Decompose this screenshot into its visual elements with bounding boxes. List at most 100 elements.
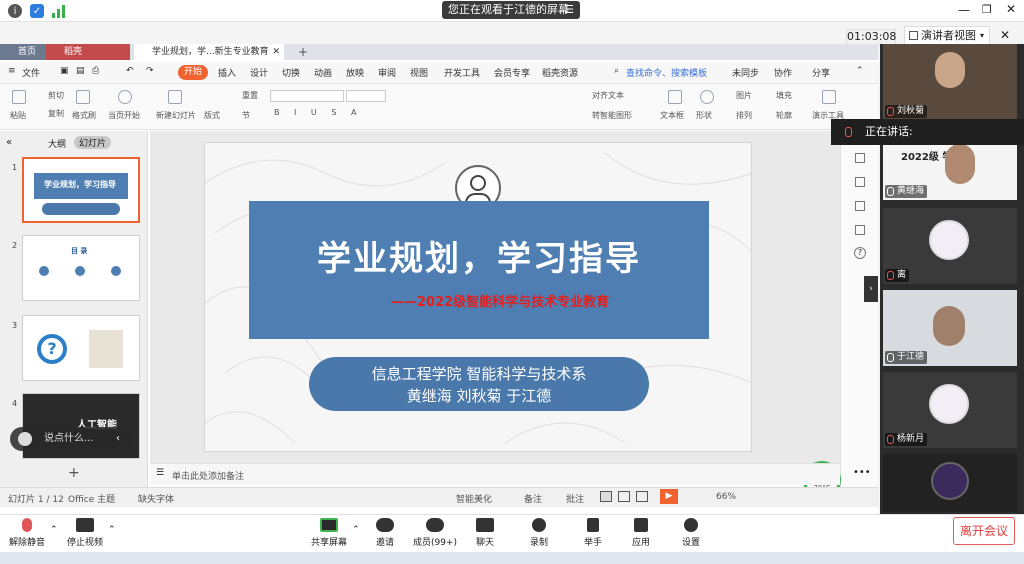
collapse-ribbon-icon[interactable]: ⌃	[856, 66, 864, 76]
text-box-icon[interactable]	[668, 90, 682, 104]
tab-outline[interactable]: 大纲	[48, 137, 66, 150]
raise-hand-button[interactable]: 举手	[568, 518, 618, 548]
share-button[interactable]: 分享	[812, 66, 830, 79]
save-icon[interactable]: ▣	[60, 66, 69, 76]
leave-meeting-button[interactable]: 离开会议	[953, 517, 1015, 545]
minimize-icon[interactable]: —	[958, 3, 970, 17]
export-icon[interactable]: ▤	[76, 66, 85, 76]
viewing-banner[interactable]: 您正在观看于江德的屏幕 ☰	[442, 1, 580, 19]
print-icon[interactable]: ⎙	[92, 66, 99, 76]
section-button[interactable]: 节	[242, 110, 250, 121]
new-tab-icon[interactable]: +	[298, 44, 308, 60]
close-tab-icon[interactable]: ✕	[272, 44, 280, 60]
menu-start[interactable]: 开始	[178, 65, 208, 80]
outline-button[interactable]: 轮廓	[776, 110, 792, 121]
chevron-up-icon[interactable]: ⌃	[352, 525, 360, 535]
copy-button[interactable]: 复制	[48, 108, 64, 119]
share-screen-button[interactable]: 共享屏幕	[304, 518, 354, 548]
search-icon[interactable]: ⌕	[614, 66, 619, 76]
shape-label[interactable]: 形状	[696, 110, 712, 121]
participant-tile[interactable]: 刘秋菊	[883, 44, 1017, 120]
members-button[interactable]: 成员(99+)	[410, 518, 460, 548]
comments-button[interactable]: 批注	[566, 492, 584, 505]
redo-icon[interactable]: ↷	[146, 66, 154, 76]
menu-insert[interactable]: 插入	[218, 66, 236, 79]
zoom-level[interactable]: 66%	[716, 492, 736, 502]
undo-icon[interactable]: ↶	[126, 66, 134, 76]
slide-thumb-3[interactable]: ?	[22, 315, 140, 381]
paste-icon[interactable]	[12, 90, 26, 104]
apps-button[interactable]: 应用	[616, 518, 666, 548]
menu-icon[interactable]: ☰	[564, 1, 574, 19]
chevron-up-icon[interactable]: ⌃	[50, 525, 58, 535]
tab-document[interactable]: 学业规划，学...新生专业教育 ✕	[134, 44, 284, 60]
participant-tile[interactable]: 离	[883, 208, 1017, 284]
shield-icon[interactable]: ✓	[30, 4, 44, 18]
tab-slides[interactable]: 幻灯片	[74, 136, 112, 149]
sorter-view-icon[interactable]	[618, 491, 630, 502]
notes-button[interactable]: 备注	[524, 492, 542, 505]
menu-slideshow[interactable]: 放映	[346, 66, 364, 79]
settings-button[interactable]: 设置	[666, 518, 716, 548]
signal-icon[interactable]	[52, 4, 66, 18]
menu-review[interactable]: 审阅	[378, 66, 396, 79]
restore-icon[interactable]: ❐	[982, 3, 992, 16]
cut-button[interactable]: 剪切	[48, 90, 64, 101]
search-command[interactable]: 查找命令、搜索模板	[626, 66, 707, 79]
normal-view-icon[interactable]	[600, 491, 612, 502]
align-text-button[interactable]: 对齐文本	[592, 90, 624, 101]
font-style-buttons[interactable]: B I U S A	[274, 108, 362, 117]
menu-transition[interactable]: 切换	[282, 66, 300, 79]
menu-view[interactable]: 视图	[410, 66, 428, 79]
play-icon[interactable]	[118, 90, 132, 104]
stop-video-button[interactable]: 停止视频	[60, 518, 110, 548]
info-icon[interactable]: i	[8, 4, 22, 18]
format-painter-icon[interactable]	[76, 90, 90, 104]
arrange-button[interactable]: 排列	[736, 110, 752, 121]
menu-design[interactable]: 设计	[250, 66, 268, 79]
tool-icon[interactable]	[855, 153, 865, 163]
slide-thumb-2[interactable]: 目 录	[22, 235, 140, 301]
participant-tile[interactable]: 于江德	[883, 290, 1017, 366]
more-icon[interactable]: •••	[853, 467, 871, 478]
menu-file[interactable]: 文件	[22, 66, 40, 79]
participant-tile[interactable]: 杨新月	[883, 372, 1017, 448]
tool-icon[interactable]	[855, 177, 865, 187]
invite-button[interactable]: 邀请	[360, 518, 410, 548]
expand-panel-button[interactable]: ›	[864, 276, 878, 302]
collapse-panel-icon[interactable]: «	[6, 137, 12, 148]
record-button[interactable]: 录制	[514, 518, 564, 548]
slide-thumb-1[interactable]: 学业规划，学习指导	[22, 157, 140, 223]
menu-member[interactable]: 会员专享	[494, 66, 530, 79]
chevron-up-icon[interactable]: ⌃	[108, 525, 116, 535]
unmute-button[interactable]: 解除静音	[2, 518, 52, 548]
close-share-icon[interactable]: ✕	[1000, 28, 1010, 42]
tab-home[interactable]: 首页	[0, 44, 46, 60]
new-slide-label[interactable]: 新建幻灯片	[156, 110, 196, 121]
fill-button[interactable]: 填充	[776, 90, 792, 101]
reading-view-icon[interactable]	[636, 491, 648, 502]
participant-tile[interactable]	[883, 454, 1017, 512]
menu-developer[interactable]: 开发工具	[444, 66, 480, 79]
collaborate-button[interactable]: 协作	[774, 66, 792, 79]
current-slide[interactable]: 学业规划，学习指导 ——2022级智能科学与技术专业教育 信息工程学院 智能科学…	[204, 142, 752, 452]
notes-bar[interactable]: ☰ 单击此处添加备注	[150, 463, 840, 485]
presenter-view-dropdown[interactable]: 演讲者视图 ▾	[904, 26, 990, 46]
help-icon[interactable]: ?	[854, 247, 866, 259]
missing-font-button[interactable]: 缺失字体	[138, 492, 174, 505]
picture-button[interactable]: 图片	[736, 90, 752, 101]
tool-icon[interactable]	[855, 201, 865, 211]
text-box-label[interactable]: 文本框	[660, 110, 684, 121]
chat-button[interactable]: 聊天	[460, 518, 510, 548]
menu-animation[interactable]: 动画	[314, 66, 332, 79]
chat-input-overlay[interactable]: 说点什么... ‹	[10, 427, 130, 451]
slideshow-button[interactable]: ▶	[660, 489, 678, 504]
shape-icon[interactable]	[700, 90, 714, 104]
new-slide-icon[interactable]	[168, 90, 182, 104]
close-icon[interactable]: ✕	[1006, 2, 1016, 16]
font-size-field[interactable]	[346, 90, 386, 102]
hamburger-icon[interactable]: ≡	[8, 66, 16, 76]
reset-button[interactable]: 重置	[242, 90, 258, 101]
tool-icon[interactable]	[855, 225, 865, 235]
tab-docer[interactable]: 稻壳	[46, 44, 130, 60]
